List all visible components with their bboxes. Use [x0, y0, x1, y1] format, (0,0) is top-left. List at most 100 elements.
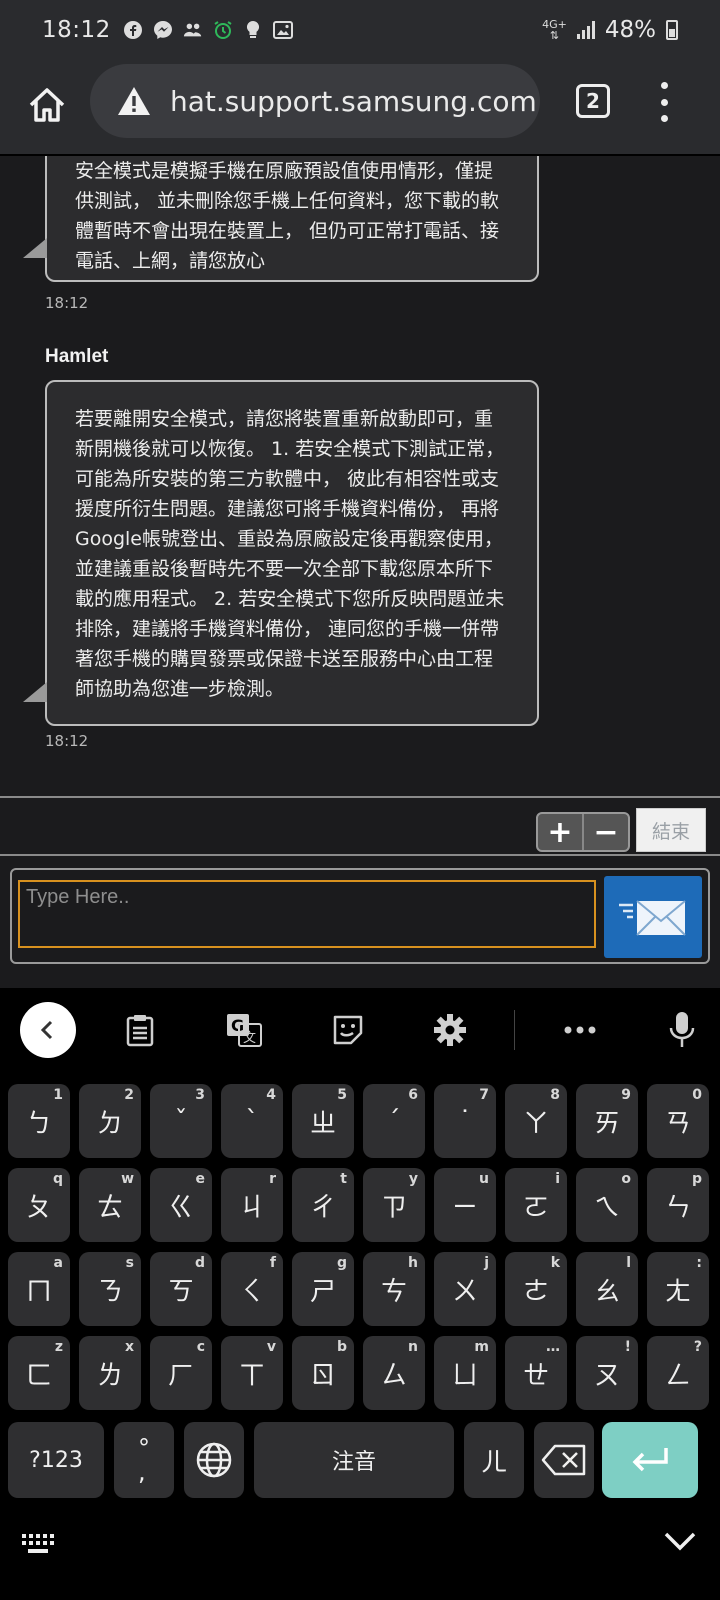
voice-input-button[interactable]	[654, 1002, 710, 1058]
key[interactable]: ㄨj	[434, 1252, 496, 1326]
chat-transcript[interactable]: 安全模式是模擬手機在原廠預設值使用情形，僅提供測試， 並未刪除您手機上任何資料，…	[0, 156, 720, 796]
key[interactable]: ㄓ5	[292, 1084, 354, 1158]
key[interactable]: ㄒv	[221, 1336, 283, 1410]
home-icon	[29, 88, 65, 122]
key[interactable]: ˙ 7	[434, 1084, 496, 1158]
keyboard-back-button[interactable]	[20, 1002, 76, 1058]
message-timestamp: 18:12	[45, 294, 89, 312]
space-key[interactable]: 注音	[254, 1422, 454, 1498]
key-label: ㄆ	[25, 1192, 52, 1223]
key[interactable]: ㄔt	[292, 1168, 354, 1242]
chat-message-bubble: 安全模式是模擬手機在原廠預設值使用情形，僅提供測試， 並未刪除您手機上任何資料，…	[23, 156, 539, 282]
key[interactable]: ㄕg	[292, 1252, 354, 1326]
key[interactable]: ㄞ9	[576, 1084, 638, 1158]
key[interactable]: ˊ6	[363, 1084, 425, 1158]
key[interactable]: ㄤ:	[647, 1252, 709, 1326]
address-bar[interactable]: hat.support.samsung.com	[90, 64, 540, 138]
key-label: ㄠ	[593, 1276, 620, 1307]
key-hint: n	[408, 1339, 418, 1355]
more-menu-button[interactable]	[654, 82, 674, 122]
key[interactable]: ㄠl	[576, 1252, 638, 1326]
key-label: ㄗ	[380, 1192, 407, 1223]
key-label: ㄌ	[96, 1360, 123, 1391]
keyboard-switch-button[interactable]	[20, 1528, 58, 1558]
send-button[interactable]	[604, 876, 702, 958]
key-hint: b	[336, 1339, 347, 1355]
key[interactable]: ㄘh	[363, 1252, 425, 1326]
language-key[interactable]	[184, 1422, 244, 1498]
key[interactable]: ㄧu	[434, 1168, 496, 1242]
dot-icon	[660, 98, 668, 106]
punctuation-key[interactable]: ° ,	[114, 1422, 174, 1498]
key-hint: 8	[550, 1087, 560, 1103]
key[interactable]: ㄋs	[79, 1252, 141, 1326]
key-hint: 1	[53, 1087, 63, 1103]
key-label: ㄥ	[664, 1360, 691, 1391]
gear-icon	[434, 1014, 466, 1046]
key-hint: l	[626, 1255, 631, 1271]
key[interactable]: ㄏc	[150, 1336, 212, 1410]
key[interactable]: ㄟo	[576, 1168, 638, 1242]
zoom-in-button[interactable]: +	[538, 814, 582, 850]
key-label: ㄈ	[25, 1360, 52, 1391]
hide-keyboard-button[interactable]	[662, 1526, 698, 1556]
font-size-controls: + −	[536, 812, 630, 852]
key[interactable]: ㄚ8	[505, 1084, 567, 1158]
key[interactable]: ㄈz	[8, 1336, 70, 1410]
battery-percent: 48%	[604, 17, 656, 43]
key-hint: h	[408, 1255, 418, 1271]
key[interactable]: ㄡ!	[576, 1336, 638, 1410]
key-label: ㄊ	[96, 1192, 123, 1223]
symbols-key[interactable]: ?123	[8, 1422, 104, 1498]
key[interactable]: ㄅ1	[8, 1084, 70, 1158]
key[interactable]: ㄢ0	[647, 1084, 709, 1158]
er-key[interactable]: ㄦ	[464, 1422, 524, 1498]
message-input[interactable]: Type Here..	[18, 880, 596, 948]
key[interactable]: ㄙn	[363, 1336, 425, 1410]
enter-key[interactable]	[602, 1422, 698, 1498]
key[interactable]: ㄩm	[434, 1336, 496, 1410]
settings-button[interactable]	[422, 1002, 478, 1058]
key[interactable]: ㄇa	[8, 1252, 70, 1326]
translate-button[interactable]: G文	[216, 1002, 272, 1058]
home-button[interactable]	[22, 80, 72, 130]
message-text: 安全模式是模擬手機在原廠預設值使用情形，僅提供測試， 並未刪除您手機上任何資料，…	[75, 160, 500, 272]
key-hint: p	[691, 1171, 702, 1187]
key[interactable]: ㄥ?	[647, 1336, 709, 1410]
envelope-icon	[619, 900, 686, 936]
key[interactable]: ㄎd	[150, 1252, 212, 1326]
key-label: ㄢ	[664, 1108, 691, 1139]
key-hint: 3	[195, 1087, 205, 1103]
key[interactable]: ㄌx	[79, 1336, 141, 1410]
key[interactable]: ㄛi	[505, 1168, 567, 1242]
globe-icon	[196, 1442, 232, 1478]
key-hint: f	[269, 1255, 276, 1271]
key[interactable]: ㄊw	[79, 1168, 141, 1242]
key-hint: t	[340, 1171, 347, 1187]
zoom-out-button[interactable]: −	[582, 814, 628, 850]
key[interactable]: ㄐr	[221, 1168, 283, 1242]
more-options-button[interactable]	[552, 1002, 608, 1058]
clipboard-button[interactable]	[112, 1002, 168, 1058]
key[interactable]: ㄍe	[150, 1168, 212, 1242]
key[interactable]: ˇ3	[150, 1084, 212, 1158]
key-hint: !	[624, 1339, 631, 1355]
key-label: ㄓ	[309, 1108, 336, 1139]
backspace-key[interactable]	[534, 1422, 594, 1498]
key[interactable]: ㄉ2	[79, 1084, 141, 1158]
key[interactable]: ㄝ…	[505, 1336, 567, 1410]
key[interactable]: ㄖb	[292, 1336, 354, 1410]
people-icon	[183, 20, 203, 40]
key[interactable]: ㄆq	[8, 1168, 70, 1242]
key[interactable]: ㄗy	[363, 1168, 425, 1242]
key[interactable]: ˋ4	[221, 1084, 283, 1158]
sticker-button[interactable]	[320, 1002, 376, 1058]
key[interactable]: ㄜk	[505, 1252, 567, 1326]
chat-controls: + − 結束	[0, 796, 720, 856]
key[interactable]: ㄑf	[221, 1252, 283, 1326]
key[interactable]: ㄣp	[647, 1168, 709, 1242]
key-hint: x	[124, 1339, 134, 1355]
battery-icon	[666, 20, 678, 40]
end-chat-button[interactable]: 結束	[636, 808, 706, 852]
tab-switcher-button[interactable]: 2	[576, 84, 610, 118]
